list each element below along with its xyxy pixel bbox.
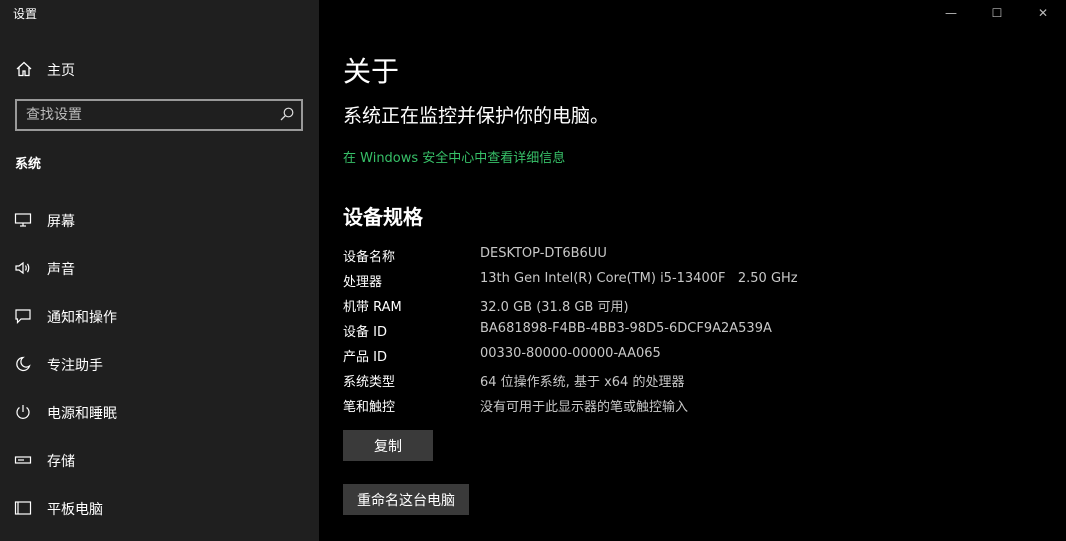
protection-status-text: 系统正在监控并保护你的电脑。: [343, 105, 610, 127]
moon-icon: [16, 356, 31, 372]
sidebar-item-label: 通知和操作: [47, 310, 117, 326]
spec-row-product-id: 产品 ID 00330-80000-00000-AA065: [343, 346, 1043, 366]
minimize-button[interactable]: —: [928, 0, 974, 26]
spec-key: 笔和触控: [343, 400, 396, 415]
main-content: — ☐ ✕ 关于 系统正在监控并保护你的电脑。 在 Windows 安全中心中查…: [319, 0, 1066, 541]
spec-row-device-name: 设备名称 DESKTOP-DT6B6UU: [343, 246, 1043, 266]
home-icon: [16, 61, 32, 77]
close-button[interactable]: ✕: [1020, 0, 1066, 26]
search-input[interactable]: [17, 101, 275, 129]
sidebar-item-sound[interactable]: 声音: [0, 250, 319, 286]
notification-icon: [15, 309, 31, 324]
spec-row-device-id: 设备 ID BA681898-F4BB-4BB3-98D5-6DCF9A2A53…: [343, 321, 1043, 341]
sidebar-item-label: 声音: [47, 262, 75, 278]
spec-key: 设备名称: [343, 250, 396, 265]
app-title: 设置: [13, 7, 38, 21]
sidebar-item-focus-assist[interactable]: 专注助手: [0, 346, 319, 382]
rename-pc-button[interactable]: 重命名这台电脑: [343, 484, 469, 515]
device-specs-heading: 设备规格: [343, 205, 423, 229]
speaker-icon: [15, 261, 30, 275]
page-title: 关于: [343, 55, 400, 88]
search-box: [15, 99, 303, 131]
maximize-button[interactable]: ☐: [974, 0, 1020, 26]
storage-icon: [14, 456, 32, 464]
spec-row-pen-touch: 笔和触控 没有可用于此显示器的笔或触控输入: [343, 396, 1043, 416]
sidebar-item-home[interactable]: 主页: [0, 54, 319, 84]
spec-key: 处理器: [343, 275, 383, 290]
sidebar-item-notifications[interactable]: 通知和操作: [0, 298, 319, 334]
sidebar-item-storage[interactable]: 存储: [0, 442, 319, 478]
sidebar-item-label: 电源和睡眠: [47, 406, 117, 422]
spec-value: 没有可用于此显示器的笔或触控输入: [480, 400, 689, 415]
section-label-system: 系统: [15, 157, 42, 172]
monitor-icon: [14, 213, 32, 227]
spec-value: 13th Gen Intel(R) Core(TM) i5-13400F 2.5…: [480, 271, 798, 286]
sidebar-item-label: 主页: [47, 63, 75, 79]
spec-row-system-type: 系统类型 64 位操作系统, 基于 x64 的处理器: [343, 371, 1043, 391]
window-controls: — ☐ ✕: [928, 0, 1066, 26]
sidebar-item-label: 屏幕: [47, 214, 75, 230]
sidebar-item-display[interactable]: 屏幕: [0, 202, 319, 238]
sidebar-item-power-sleep[interactable]: 电源和睡眠: [0, 394, 319, 430]
sidebar-item-tablet[interactable]: 平板电脑: [0, 490, 319, 526]
sidebar-item-label: 专注助手: [47, 358, 103, 374]
spec-key: 机带 RAM: [343, 300, 402, 315]
copy-button[interactable]: 复制: [343, 430, 433, 461]
sidebar-item-label: 存储: [47, 454, 75, 470]
spec-row-ram: 机带 RAM 32.0 GB (31.8 GB 可用): [343, 296, 1043, 316]
spec-key: 产品 ID: [343, 350, 387, 365]
spec-value: BA681898-F4BB-4BB3-98D5-6DCF9A2A539A: [480, 321, 772, 336]
spec-value: 64 位操作系统, 基于 x64 的处理器: [480, 375, 685, 390]
settings-window: 设置 主页 系统 屏幕: [0, 0, 1066, 541]
spec-value: DESKTOP-DT6B6UU: [480, 246, 607, 261]
spec-row-processor: 处理器 13th Gen Intel(R) Core(TM) i5-13400F…: [343, 271, 1043, 291]
sidebar-item-label: 平板电脑: [47, 502, 103, 518]
spec-value: 32.0 GB (31.8 GB 可用): [480, 300, 629, 315]
search-icon[interactable]: [280, 107, 294, 121]
power-icon: [16, 405, 30, 419]
sidebar: 设置 主页 系统 屏幕: [0, 0, 319, 541]
spec-key: 设备 ID: [343, 325, 387, 340]
tablet-icon: [14, 501, 32, 515]
spec-key: 系统类型: [343, 375, 396, 390]
spec-value: 00330-80000-00000-AA065: [480, 346, 661, 361]
security-center-link[interactable]: 在 Windows 安全中心中查看详细信息: [343, 147, 565, 166]
